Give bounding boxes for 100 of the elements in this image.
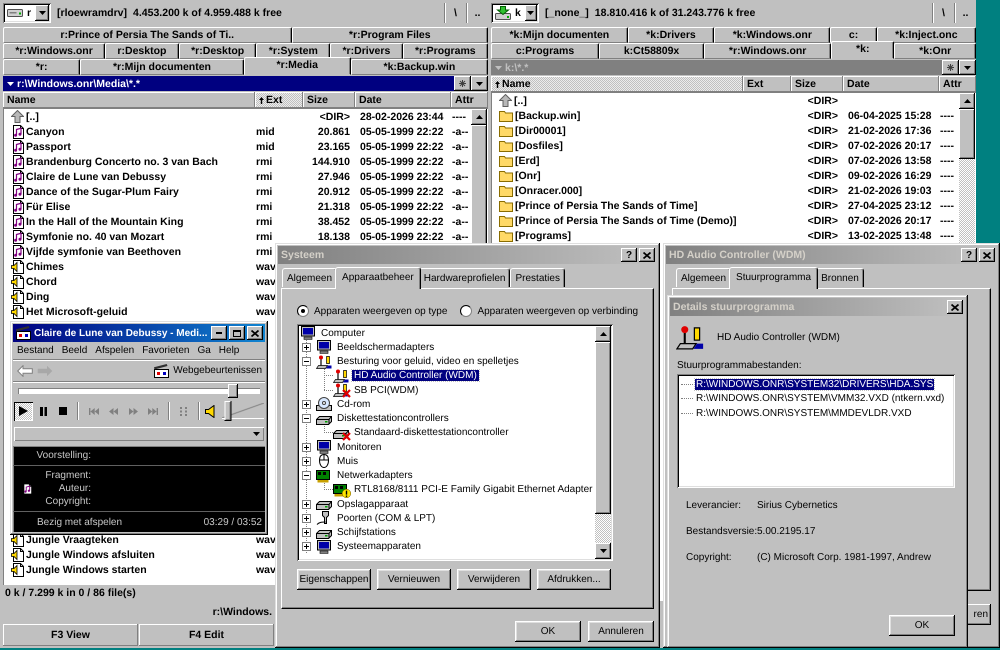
close-button[interactable] [639, 248, 655, 262]
device-tree[interactable] [297, 324, 613, 561]
slider-track[interactable] [222, 403, 264, 419]
help-button[interactable]: ? [961, 248, 977, 262]
plus-box-icon[interactable] [302, 542, 311, 552]
tab[interactable]: Bronnen [816, 268, 864, 287]
file-name[interactable]: [Prince of Persia The Sands of Time (Demo)] [515, 214, 737, 226]
tree-item[interactable]: Monitoren [335, 442, 384, 453]
speaker-icon[interactable] [205, 404, 216, 418]
drive-selector[interactable]: r [3, 3, 51, 23]
menu-item[interactable]: Afspelen [91, 344, 138, 357]
menu-item[interactable]: Favorieten [138, 344, 194, 357]
file-name[interactable]: [..] [26, 110, 39, 122]
file-name[interactable]: Chord [26, 276, 57, 288]
close-button[interactable] [247, 326, 263, 340]
dropdown-button[interactable] [35, 5, 49, 21]
tab[interactable]: *k:Backup.win [350, 59, 488, 75]
tab[interactable]: *k:Mijn documenten [491, 27, 628, 43]
column-header[interactable]: Name [491, 76, 743, 92]
tab[interactable]: Hardwareprofielen [418, 268, 510, 287]
tab[interactable]: Algemeen [676, 268, 732, 287]
file-name[interactable]: Dance of the Sugar-Plum Fairy [26, 186, 179, 198]
tree-item[interactable]: Poorten (COM & LPT) [335, 512, 438, 524]
dialog-button[interactable]: Verwijderen [457, 569, 531, 590]
tab[interactable]: *k:Inject.onc [876, 27, 976, 43]
back-arrow-icon[interactable] [17, 364, 33, 376]
tree-item[interactable]: Opslagapparaat [335, 498, 410, 510]
asterisk-button[interactable] [454, 76, 471, 91]
plus-box-icon[interactable] [302, 500, 311, 509]
column-header[interactable]: Ext [743, 76, 791, 92]
file-name[interactable]: Jungle Windows starten [26, 564, 147, 576]
menu-item[interactable]: Beeld [58, 344, 92, 357]
dropdown-button[interactable] [959, 60, 976, 75]
minus-box-icon[interactable] [302, 471, 311, 480]
file-name[interactable]: [Onracer.000] [515, 184, 582, 196]
tab[interactable]: Prestaties [510, 268, 565, 287]
dropdown-button[interactable] [524, 5, 537, 21]
tab[interactable]: *r:Mijn documenten [80, 59, 244, 75]
file-name[interactable]: Het Microsoft-geluid [26, 306, 128, 318]
file-name[interactable]: [Onr] [515, 170, 541, 182]
file-name[interactable]: [Programs] [515, 230, 572, 242]
tab[interactable]: Algemeen [282, 268, 338, 287]
tree-item[interactable]: RTL8168/8111 PCI-E Family Gigabit Ethernet Adapter [352, 484, 594, 496]
column-header[interactable]: Attr [451, 92, 488, 108]
tab[interactable]: r:Desktop [105, 43, 179, 59]
tab[interactable]: *r: [3, 59, 80, 75]
column-header[interactable]: Name [3, 92, 255, 108]
column-header[interactable]: Attr [939, 76, 976, 92]
dialog-button[interactable]: Eigenschappen [297, 569, 371, 590]
file-name[interactable]: Claire de Lune van Debussy [26, 170, 166, 182]
plus-box-icon[interactable] [302, 442, 311, 452]
tree-item[interactable]: HD Audio Controller (WDM) [352, 370, 479, 382]
tree-item[interactable]: Diskettestationcontrollers [335, 413, 451, 424]
column-header[interactable]: Date [843, 76, 939, 92]
menu-item[interactable]: Help [214, 344, 244, 357]
file-name[interactable]: Ding [26, 290, 50, 302]
scrollbar-thumb[interactable] [595, 342, 611, 514]
plus-box-icon[interactable] [302, 342, 311, 352]
close-button[interactable] [979, 248, 995, 262]
slider-thumb[interactable] [224, 401, 232, 421]
column-header[interactable]: Size [791, 76, 843, 92]
function-key-button[interactable]: F4 Edit [139, 624, 274, 646]
dialog-button[interactable]: OK [515, 621, 581, 642]
tab[interactable]: *k:Windows.onr [714, 27, 830, 43]
tab[interactable]: *r:Programs [402, 43, 488, 59]
tree-item[interactable]: Netwerkadapters [335, 470, 415, 482]
dialog-button[interactable]: ren [968, 604, 991, 625]
file-name[interactable]: [..] [514, 94, 527, 106]
drive-selector[interactable]: k [491, 3, 539, 23]
driver-file[interactable]: R:\WINDOWS.ONR\SYSTEM\MMDEVLDR.VXD [695, 408, 913, 419]
file-name[interactable]: Chimes [26, 260, 64, 272]
scroll-up-button[interactable] [595, 326, 611, 342]
file-name[interactable]: Jungle Windows afsluiten [26, 548, 155, 560]
file-name[interactable]: Jungle Vraagteken [26, 534, 119, 546]
tab[interactable]: *r:Drivers [330, 43, 403, 59]
scroll-down-button[interactable] [595, 543, 611, 559]
file-name[interactable]: Für Elise [26, 200, 70, 212]
option-label[interactable]: Apparaten weergeven op type [314, 306, 448, 316]
column-header[interactable]: Size [303, 92, 355, 108]
tree-item[interactable]: Systeemapparaten [335, 541, 423, 552]
slider-thumb[interactable] [228, 384, 238, 398]
dropdown[interactable] [14, 427, 264, 441]
tab[interactable]: *r:Desktop [178, 43, 256, 59]
ok-button[interactable]: OK [889, 615, 955, 636]
web-events-button[interactable]: Webgebeurtenissen [153, 361, 263, 380]
file-name[interactable]: [Backup.win] [515, 110, 580, 122]
asterisk-button[interactable] [942, 60, 959, 75]
function-key-button[interactable]: F3 View [3, 624, 138, 646]
option-label[interactable]: Apparaten weergeven op verbinding [477, 306, 638, 316]
radio-button[interactable] [460, 305, 472, 317]
scroll-up-button[interactable] [471, 109, 487, 125]
minimize-button[interactable] [211, 326, 227, 340]
play-button[interactable] [14, 402, 33, 420]
radio-button[interactable] [297, 305, 309, 317]
tab[interactable]: c:Programs [491, 43, 599, 59]
dialog-button[interactable]: Afdrukken... [537, 569, 611, 590]
file-name[interactable]: Vijfde symfonie van Beethoven [26, 246, 182, 258]
tree-item[interactable]: Computer [319, 328, 367, 339]
scrollbar[interactable] [595, 326, 611, 559]
minus-box-icon[interactable] [302, 414, 311, 424]
